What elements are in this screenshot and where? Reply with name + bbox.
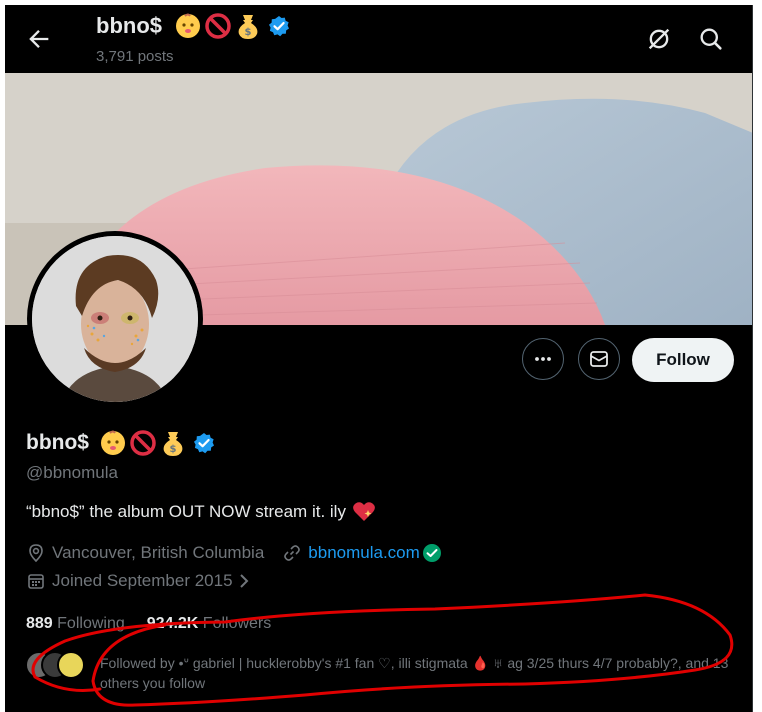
link-icon	[284, 545, 301, 561]
baby-emoji-icon	[176, 13, 200, 38]
svg-text:$: $	[245, 27, 252, 38]
profile-meta-row: Vancouver, British Columbia bbnomula.com	[26, 543, 442, 563]
location-pin-icon	[29, 544, 43, 563]
hide-reposts-icon[interactable]	[645, 25, 673, 53]
website-link[interactable]: bbnomula.com	[308, 543, 420, 563]
search-icon[interactable]	[697, 25, 725, 53]
following-label: Following	[57, 615, 125, 632]
chevron-right-icon	[239, 574, 248, 588]
bio-text: “bbno$” the album OUT NOW stream it. ily	[26, 502, 346, 521]
back-arrow-icon[interactable]	[25, 25, 53, 53]
followers-stat[interactable]: 924.2K Followers	[147, 615, 272, 633]
followed-by-row[interactable]: Followed by •ᐡ gabriel | hucklerobby's #…	[25, 649, 728, 699]
profile-page: bbno$ $ 3,791 posts Follow bbno$ $ @bbno…	[5, 5, 753, 712]
user-handle: @bbnomula	[26, 463, 118, 482]
no-entry-emoji-icon	[130, 430, 156, 456]
followers-count: 924.2K	[146, 615, 199, 632]
top-bar: bbno$ $ 3,791 posts	[5, 5, 753, 73]
money-bag-emoji-icon: $	[163, 432, 183, 456]
verified-badge-icon[interactable]	[268, 15, 290, 37]
sparkling-heart-icon	[353, 502, 375, 521]
display-name: bbno$	[26, 431, 89, 454]
link-verified-check-icon	[422, 544, 441, 562]
window-margin	[753, 0, 762, 712]
envelope-icon	[590, 351, 608, 367]
money-bag-emoji-icon: $	[238, 15, 258, 39]
calendar-icon	[28, 574, 44, 589]
message-button[interactable]	[578, 338, 620, 380]
following-count: 889	[26, 615, 53, 632]
location: Vancouver, British Columbia	[52, 543, 265, 562]
no-entry-emoji-icon	[205, 13, 231, 39]
more-dots-icon	[535, 357, 551, 361]
following-stat[interactable]: 889 Following	[26, 615, 125, 633]
post-count: 3,791 posts	[96, 48, 174, 65]
followers-label: Followers	[202, 615, 272, 632]
followed-by-text: Followed by •ᐡ gabriel | hucklerobby's #…	[100, 655, 729, 691]
follow-stats: 889 Following 924.2K Followers	[26, 615, 271, 633]
profile-avatar[interactable]	[27, 231, 203, 407]
joined-row[interactable]: Joined September 2015	[26, 571, 251, 591]
avatar-photo	[32, 236, 198, 402]
verified-badge-icon[interactable]	[193, 432, 215, 454]
header-name: bbno$	[96, 13, 162, 38]
joined-date: Joined September 2015	[52, 571, 233, 590]
follow-button[interactable]: Follow	[632, 338, 734, 382]
svg-text:$: $	[170, 444, 177, 455]
baby-emoji-icon	[101, 430, 125, 455]
bio: “bbno$” the album OUT NOW stream it. ily	[26, 501, 376, 523]
more-options-button[interactable]	[522, 338, 564, 380]
header-title: bbno$ $	[96, 12, 290, 40]
profile-name-row: bbno$ $	[26, 429, 215, 457]
follower-avatar	[57, 651, 85, 679]
